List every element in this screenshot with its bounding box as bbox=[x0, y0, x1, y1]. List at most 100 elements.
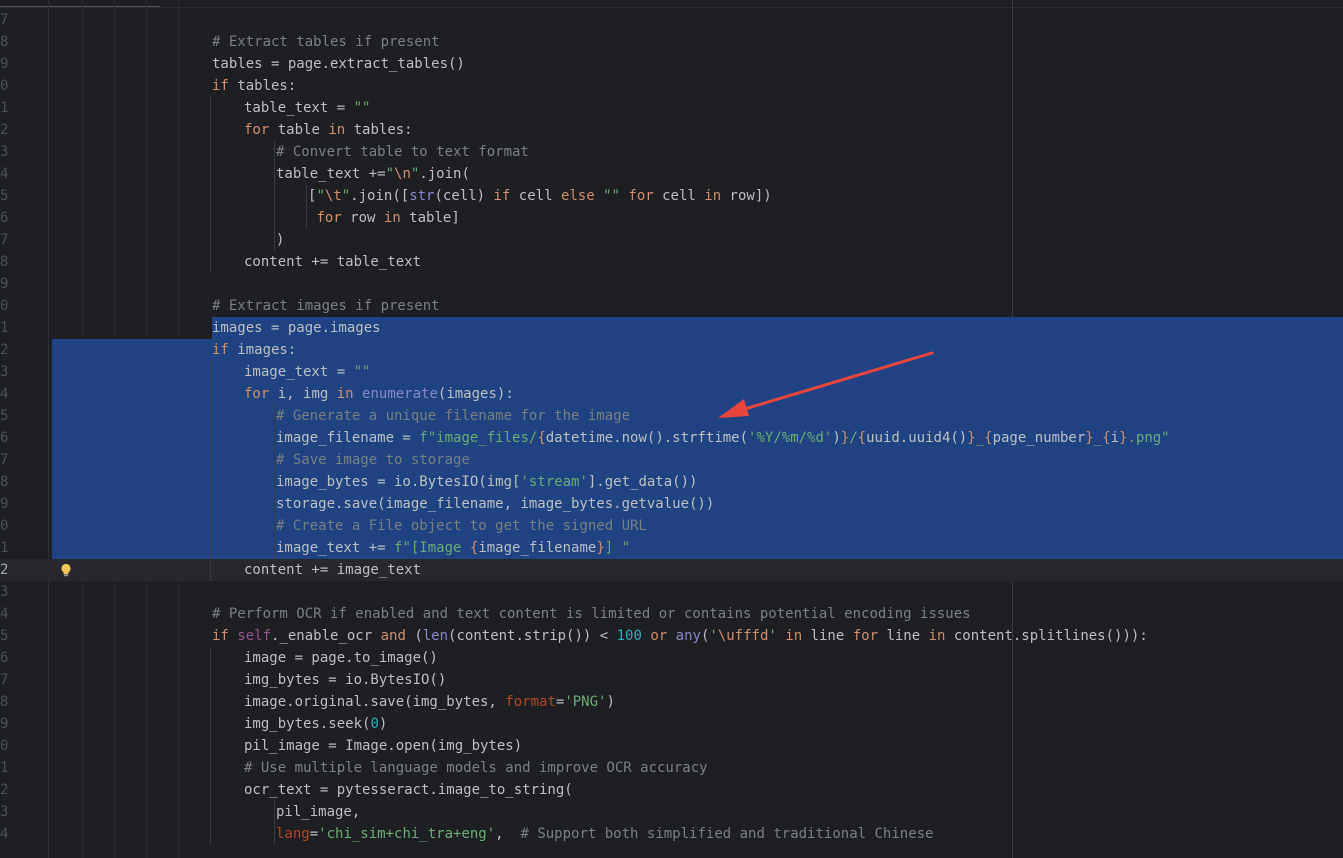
line-number[interactable]: 7 bbox=[0, 9, 8, 31]
line-number[interactable]: 2 bbox=[0, 559, 8, 581]
line-number[interactable]: 5 bbox=[0, 185, 8, 207]
line-number[interactable]: 0 bbox=[0, 295, 8, 317]
line-number[interactable]: 8 bbox=[0, 251, 8, 273]
line-number[interactable]: 8 bbox=[0, 691, 8, 713]
code-line[interactable]: 5 # Generate a unique filename for the im… bbox=[0, 405, 1343, 427]
code-line[interactable]: 7) bbox=[0, 229, 1343, 251]
code-line[interactable]: 1 table_text = "" bbox=[0, 97, 1343, 119]
code-line[interactable]: 4 lang='chi_sim+chi_tra+eng', # Support b… bbox=[0, 823, 1343, 845]
code-line[interactable]: 9 storage.save(image_filename, image_byte… bbox=[0, 493, 1343, 515]
line-number[interactable]: 8 bbox=[0, 31, 8, 53]
code-line[interactable]: 2 ocr_text = pytesseract.image_to_string( bbox=[0, 779, 1343, 801]
code-line[interactable]: 3 image_text = "" bbox=[0, 361, 1343, 383]
code-text[interactable]: # Convert table to text format bbox=[276, 141, 529, 163]
code-line[interactable]: 1 image_text += f"[Image {image_filename}… bbox=[0, 537, 1343, 559]
code-text[interactable]: if self._enable_ocr and (len(content.str… bbox=[212, 625, 1148, 647]
line-number[interactable]: 3 bbox=[0, 141, 8, 163]
code-line[interactable]: 0 pil_image = Image.open(img_bytes) bbox=[0, 735, 1343, 757]
code-line[interactable]: 8 image_bytes = io.BytesIO(img['stream'].… bbox=[0, 471, 1343, 493]
code-line[interactable]: 6 image = page.to_image() bbox=[0, 647, 1343, 669]
line-number[interactable]: 2 bbox=[0, 339, 8, 361]
code-text[interactable]: if images: bbox=[212, 339, 296, 361]
code-text[interactable]: ) bbox=[276, 229, 284, 251]
code-text[interactable]: img_bytes.seek(0) bbox=[244, 713, 387, 735]
line-number[interactable]: 2 bbox=[0, 779, 8, 801]
line-number[interactable]: 1 bbox=[0, 317, 8, 339]
code-text[interactable]: image_text += f"[Image {image_filename}]… bbox=[276, 537, 630, 559]
code-line[interactable]: 6 for row in table] bbox=[0, 207, 1343, 229]
line-number[interactable]: 5 bbox=[0, 625, 8, 647]
code-text[interactable]: image_bytes = io.BytesIO(img['stream'].g… bbox=[276, 471, 697, 493]
line-number[interactable]: 9 bbox=[0, 713, 8, 735]
code-text[interactable]: table_text = "" bbox=[244, 97, 370, 119]
line-number[interactable]: 4 bbox=[0, 383, 8, 405]
line-number[interactable]: 6 bbox=[0, 427, 8, 449]
code-text[interactable]: storage.save(image_filename, image_bytes… bbox=[276, 493, 714, 515]
code-line[interactable]: 1 images = page.images bbox=[0, 317, 1343, 339]
lightbulb-icon[interactable] bbox=[58, 562, 74, 578]
line-number[interactable]: 1 bbox=[0, 97, 8, 119]
code-text[interactable]: ocr_text = pytesseract.image_to_string( bbox=[244, 779, 573, 801]
code-line[interactable]: 0 # Create a File object to get the signe… bbox=[0, 515, 1343, 537]
line-number[interactable]: 4 bbox=[0, 163, 8, 185]
code-text[interactable]: # Create a File object to get the signed… bbox=[276, 515, 647, 537]
code-text[interactable]: image = page.to_image() bbox=[244, 647, 438, 669]
code-text[interactable]: # Extract images if present bbox=[212, 295, 440, 317]
line-number[interactable]: 9 bbox=[0, 493, 8, 515]
code-editor[interactable]: 7 8 # Extract tables if present 9 tables = p… bbox=[0, 0, 1343, 858]
code-line[interactable]: 7 bbox=[0, 9, 1343, 31]
line-number[interactable]: 3 bbox=[0, 581, 8, 603]
code-line[interactable]: 2 for table in tables: bbox=[0, 119, 1343, 141]
code-line[interactable]: 3 bbox=[0, 581, 1343, 603]
line-number[interactable]: 9 bbox=[0, 53, 8, 75]
line-number[interactable]: 7 bbox=[0, 669, 8, 691]
line-number[interactable]: 7 bbox=[0, 449, 8, 471]
line-number[interactable]: 4 bbox=[0, 603, 8, 625]
code-text[interactable]: # Save image to storage bbox=[276, 449, 470, 471]
line-number[interactable]: 7 bbox=[0, 229, 8, 251]
code-text[interactable]: lang='chi_sim+chi_tra+eng', # Support bo… bbox=[276, 823, 933, 845]
code-text[interactable]: # Use multiple language models and impro… bbox=[244, 757, 708, 779]
code-text[interactable]: if tables: bbox=[212, 75, 296, 97]
code-text[interactable]: tables = page.extract_tables() bbox=[212, 53, 465, 75]
code-line[interactable]: 4 for i, img in enumerate(images): bbox=[0, 383, 1343, 405]
code-line[interactable]: 9 bbox=[0, 273, 1343, 295]
line-number[interactable]: 0 bbox=[0, 515, 8, 537]
code-text[interactable]: ["\t".join([str(cell) if cell else "" fo… bbox=[308, 185, 772, 207]
line-number[interactable]: 4 bbox=[0, 823, 8, 845]
code-line[interactable]: 8 # Extract tables if present bbox=[0, 31, 1343, 53]
code-line[interactable]: 0 if tables: bbox=[0, 75, 1343, 97]
code-line[interactable]: 7 img_bytes = io.BytesIO() bbox=[0, 669, 1343, 691]
code-line[interactable]: 1 # Use multiple language models and impr… bbox=[0, 757, 1343, 779]
code-line[interactable]: 3 # Convert table to text format bbox=[0, 141, 1343, 163]
line-number[interactable]: 3 bbox=[0, 801, 8, 823]
code-text[interactable]: # Perform OCR if enabled and text conten… bbox=[212, 603, 971, 625]
line-number[interactable]: 2 bbox=[0, 119, 8, 141]
line-number[interactable]: 6 bbox=[0, 647, 8, 669]
code-text[interactable]: table_text +="\n".join( bbox=[276, 163, 470, 185]
code-line[interactable]: 5 if self._enable_ocr and (len(content.st… bbox=[0, 625, 1343, 647]
code-line[interactable]: 3 pil_image, bbox=[0, 801, 1343, 823]
code-text[interactable]: image_filename = f"image_files/{datetime… bbox=[276, 427, 1170, 449]
code-text[interactable]: for i, img in enumerate(images): bbox=[244, 383, 514, 405]
code-text[interactable]: # Generate a unique filename for the ima… bbox=[276, 405, 630, 427]
line-number[interactable]: 9 bbox=[0, 273, 8, 295]
code-text[interactable]: content += image_text bbox=[244, 559, 421, 581]
code-text[interactable]: # Extract tables if present bbox=[212, 31, 440, 53]
code-text[interactable]: content += table_text bbox=[244, 251, 421, 273]
code-line[interactable]: 5 ["\t".join([str(cell) if cell else "" f… bbox=[0, 185, 1343, 207]
line-number[interactable]: 1 bbox=[0, 537, 8, 559]
code-line[interactable]: 8 image.original.save(img_bytes, format='… bbox=[0, 691, 1343, 713]
line-number[interactable]: 8 bbox=[0, 471, 8, 493]
code-line[interactable]: 8 content += table_text bbox=[0, 251, 1343, 273]
code-line[interactable]: 4 # Perform OCR if enabled and text conte… bbox=[0, 603, 1343, 625]
code-line[interactable]: 6 image_filename = f"image_files/{datetim… bbox=[0, 427, 1343, 449]
code-line[interactable]: 0 # Extract images if present bbox=[0, 295, 1343, 317]
line-number[interactable]: 0 bbox=[0, 735, 8, 757]
code-text[interactable]: image.original.save(img_bytes, format='P… bbox=[244, 691, 615, 713]
line-number[interactable]: 5 bbox=[0, 405, 8, 427]
code-text[interactable]: image_text = "" bbox=[244, 361, 370, 383]
code-text[interactable]: pil_image, bbox=[276, 801, 360, 823]
code-text[interactable]: for row in table] bbox=[308, 207, 459, 229]
code-line[interactable]: 9 tables = page.extract_tables() bbox=[0, 53, 1343, 75]
